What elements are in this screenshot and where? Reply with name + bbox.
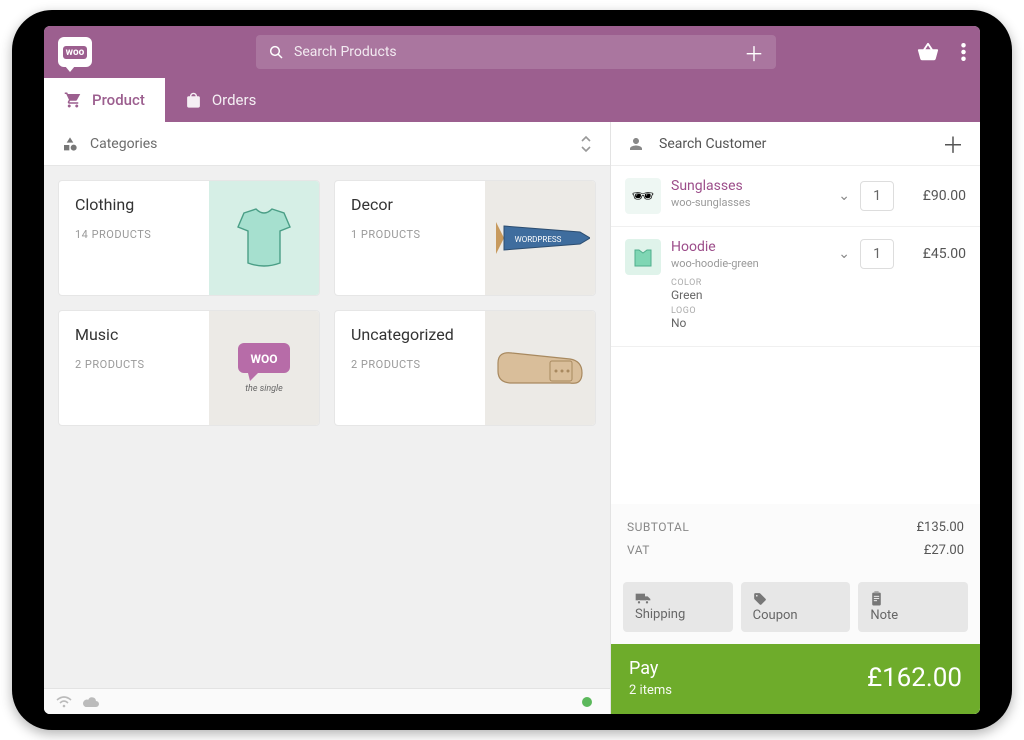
- totals-block: SUBTOTAL £135.00 VAT £27.00: [611, 504, 980, 572]
- tab-row: Product Orders: [44, 78, 980, 122]
- search-products-field[interactable]: ＋: [256, 35, 776, 69]
- person-icon: [627, 135, 645, 153]
- pay-label: Pay: [629, 658, 672, 679]
- category-count: 2 PRODUCTS: [351, 358, 469, 371]
- truck-icon: [635, 593, 721, 605]
- line-thumb: 🕶: [625, 178, 661, 214]
- attr-value: No: [671, 316, 828, 330]
- customer-search[interactable]: Search Customer ＋: [611, 122, 980, 166]
- customer-search-label: Search Customer: [659, 136, 766, 152]
- coupon-button[interactable]: Coupon: [741, 582, 851, 632]
- line-price: £45.00: [904, 246, 966, 262]
- cart-line: 🕶 Sunglasses woo-sunglasses ⌄ £90.00: [611, 166, 980, 227]
- pay-total: £162.00: [867, 663, 962, 693]
- screen: woo ＋: [44, 26, 980, 714]
- category-thumb: [485, 311, 595, 425]
- category-grid: Clothing 14 PRODUCTS Decor 1 PRODUCTS: [44, 166, 610, 440]
- tablet-frame: woo ＋: [12, 10, 1012, 730]
- add-customer-icon[interactable]: ＋: [942, 128, 964, 160]
- line-sku: woo-hoodie-green: [671, 257, 828, 270]
- quantity-input[interactable]: [860, 181, 894, 211]
- pay-items: 2 items: [629, 683, 672, 698]
- category-count: 1 PRODUCTS: [351, 228, 469, 241]
- subtotal-label: SUBTOTAL: [627, 520, 689, 535]
- category-thumb: WOO the single: [209, 311, 319, 425]
- tag-icon: [753, 592, 839, 606]
- logo-text: woo: [63, 46, 88, 59]
- chevron-down-icon[interactable]: ⌄: [838, 188, 850, 204]
- coupon-label: Coupon: [753, 608, 839, 623]
- category-name: Uncategorized: [351, 325, 469, 344]
- note-icon: [870, 591, 956, 606]
- vat-value: £27.00: [924, 543, 964, 558]
- quantity-input[interactable]: [860, 239, 894, 269]
- category-count: 14 PRODUCTS: [75, 228, 193, 241]
- svg-text:WORDPRESS: WORDPRESS: [515, 235, 562, 244]
- line-thumb: [625, 239, 661, 275]
- category-count: 2 PRODUCTS: [75, 358, 193, 371]
- svg-text:WOO: WOO: [250, 352, 277, 366]
- cart-line: Hoodie woo-hoodie-green COLOR Green LOGO…: [611, 227, 980, 347]
- categories-label: Categories: [90, 136, 157, 152]
- pay-button[interactable]: Pay 2 items £162.00: [611, 644, 980, 714]
- note-label: Note: [870, 608, 956, 623]
- cart-lines: 🕶 Sunglasses woo-sunglasses ⌄ £90.00: [611, 166, 980, 347]
- status-dot-icon: [582, 697, 592, 707]
- cart-panel: Search Customer ＋ 🕶 Sunglasses woo-sungl…: [610, 122, 980, 714]
- tab-product-label: Product: [92, 91, 145, 109]
- category-card-clothing[interactable]: Clothing 14 PRODUCTS: [58, 180, 320, 296]
- tab-orders-label: Orders: [212, 91, 257, 109]
- category-name: Music: [75, 325, 193, 344]
- main-area: Categories Clothing 14 PRODUCTS: [44, 122, 980, 714]
- attr-label: COLOR: [671, 278, 828, 288]
- cart-icon: [64, 91, 82, 109]
- cloud-icon: [82, 696, 100, 708]
- vat-label: VAT: [627, 543, 650, 558]
- tab-product[interactable]: Product: [44, 78, 165, 122]
- bag-icon: [185, 92, 202, 109]
- svg-text:the single: the single: [245, 384, 283, 394]
- add-product-icon[interactable]: ＋: [744, 38, 764, 67]
- chevron-down-icon[interactable]: ⌄: [838, 246, 850, 262]
- line-name[interactable]: Hoodie: [671, 239, 828, 255]
- line-name[interactable]: Sunglasses: [671, 178, 828, 194]
- shipping-label: Shipping: [635, 607, 721, 622]
- tab-orders[interactable]: Orders: [165, 78, 277, 122]
- categories-header[interactable]: Categories: [44, 122, 610, 166]
- category-card-decor[interactable]: Decor 1 PRODUCTS WORDPRESS: [334, 180, 596, 296]
- basket-icon[interactable]: [917, 41, 939, 63]
- category-thumb: WORDPRESS: [485, 181, 595, 295]
- attr-value: Green: [671, 288, 828, 302]
- sort-icon[interactable]: [580, 135, 592, 153]
- search-icon: [268, 44, 284, 60]
- category-name: Decor: [351, 195, 469, 214]
- subtotal-value: £135.00: [916, 520, 964, 535]
- status-bar: [44, 688, 610, 714]
- category-card-music[interactable]: Music 2 PRODUCTS WOO the single: [58, 310, 320, 426]
- wifi-icon: [56, 696, 72, 708]
- note-button[interactable]: Note: [858, 582, 968, 632]
- top-bar: woo ＋: [44, 26, 980, 78]
- line-sku: woo-sunglasses: [671, 196, 828, 209]
- shipping-button[interactable]: Shipping: [623, 582, 733, 632]
- line-price: £90.00: [904, 188, 966, 204]
- more-menu-icon[interactable]: [961, 43, 966, 61]
- cart-actions: Shipping Coupon Note: [611, 572, 980, 644]
- category-name: Clothing: [75, 195, 193, 214]
- app-logo[interactable]: woo: [58, 37, 92, 67]
- category-card-uncategorized[interactable]: Uncategorized 2 PRODUCTS: [334, 310, 596, 426]
- category-thumb: [209, 181, 319, 295]
- attr-label: LOGO: [671, 306, 828, 316]
- search-products-input[interactable]: [294, 44, 734, 60]
- shapes-icon: [62, 136, 78, 152]
- product-panel: Categories Clothing 14 PRODUCTS: [44, 122, 610, 714]
